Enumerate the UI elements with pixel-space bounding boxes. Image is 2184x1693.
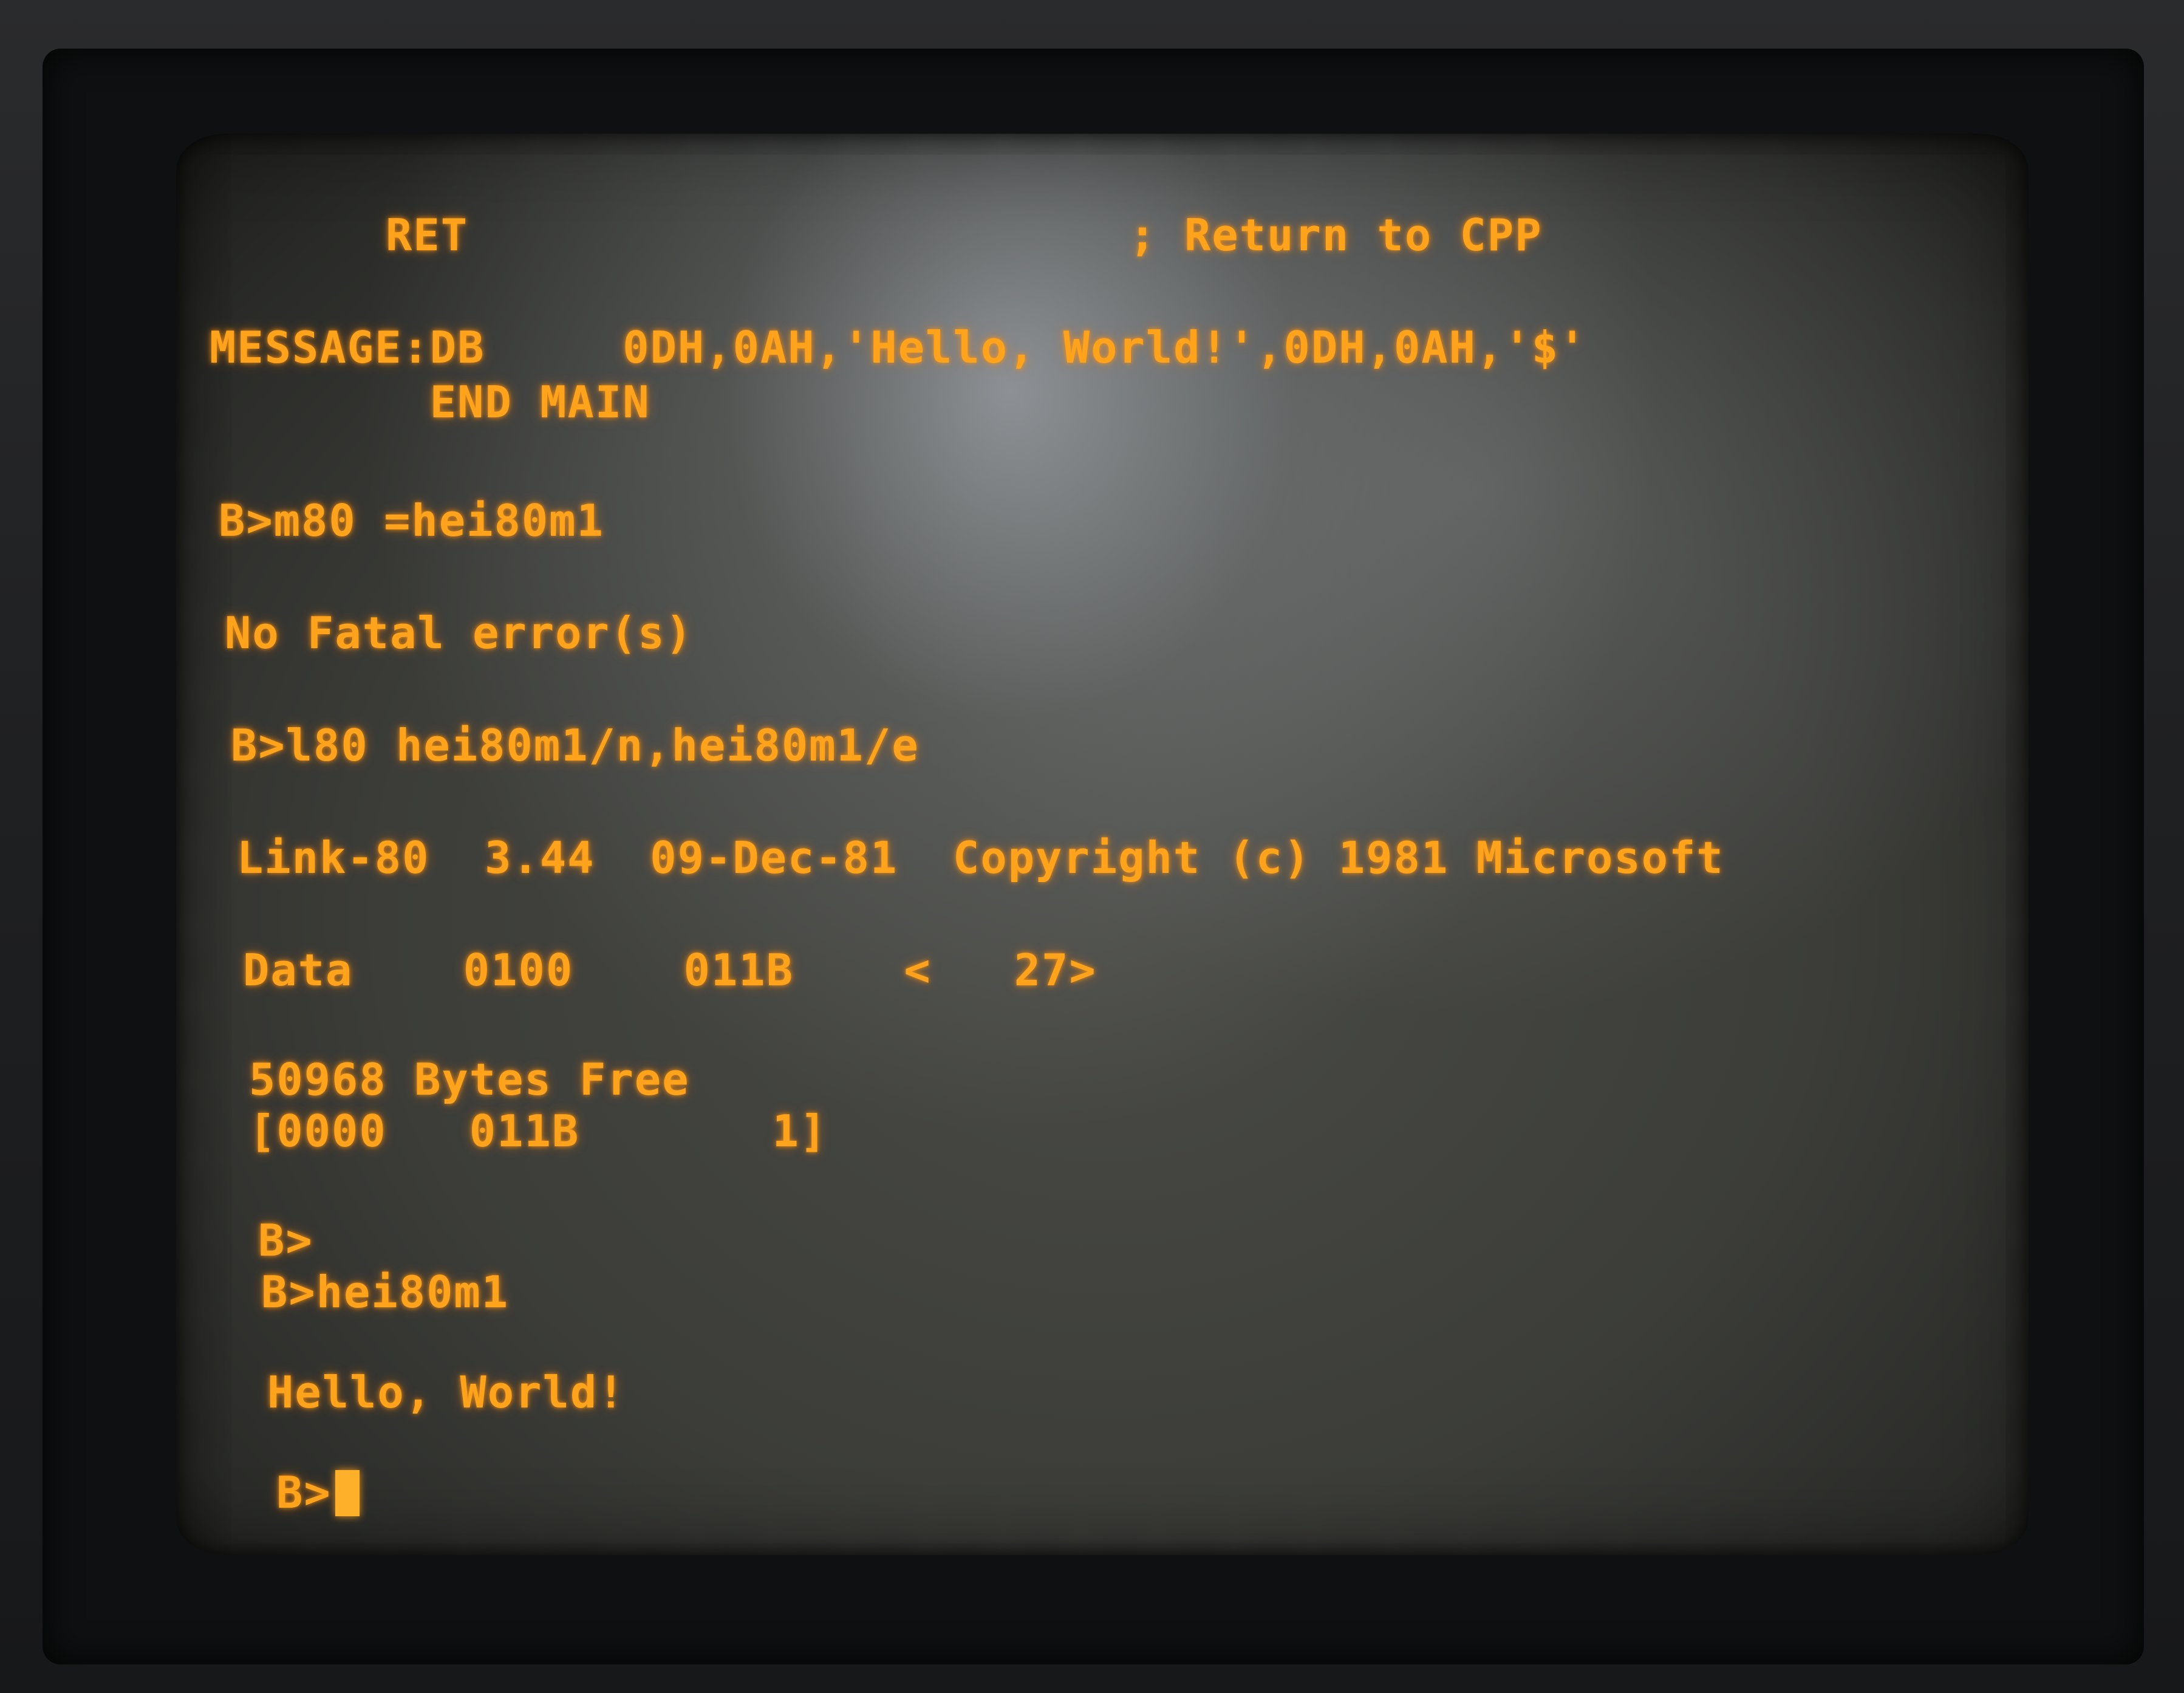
terminal-line: MESSAGE:DB 0DH,0AH,'Hello, World!',0DH,0… xyxy=(210,322,1587,373)
terminal-line: B>hei80m1 xyxy=(261,1267,510,1318)
terminal-line: [0000 011B 1] xyxy=(249,1106,828,1157)
terminal-line: Data 0100 011B < 27> xyxy=(243,945,1097,996)
terminal-prompt[interactable]: B> xyxy=(276,1467,332,1518)
terminal-line: 50968 Bytes Free xyxy=(249,1054,690,1105)
terminal-line: B>m80 =hei80m1 xyxy=(219,495,604,546)
terminal-line: No Fatal error(s) xyxy=(225,607,693,658)
text-cursor xyxy=(335,1470,360,1516)
terminal-line: Link-80 3.44 09-Dec-81 Copyright (c) 198… xyxy=(237,832,1724,883)
terminal-line: B>l80 hei80m1/n,hei80m1/e xyxy=(231,720,920,771)
terminal-line: Hello, World! xyxy=(267,1367,626,1418)
terminal-line: RET ; Return to CPP xyxy=(386,210,1543,261)
terminal-line: B> xyxy=(258,1215,313,1266)
crt-screen[interactable]: RET ; Return to CPP MESSAGE:DB 0DH,0AH,'… xyxy=(176,134,2029,1555)
terminal-line: END MAIN xyxy=(210,377,650,428)
